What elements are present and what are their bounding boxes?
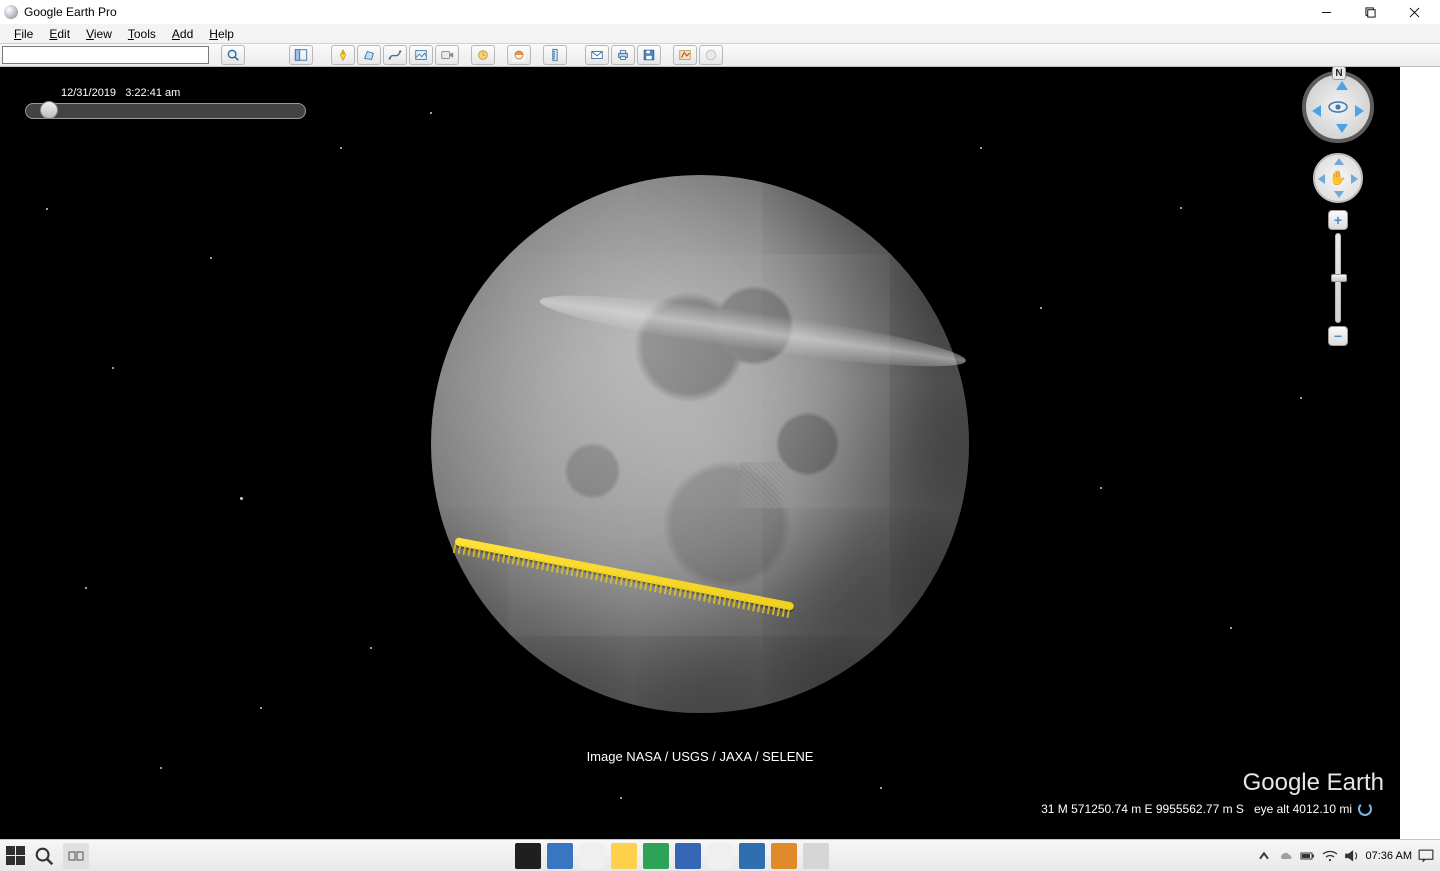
imagery-credit: Image NASA / USGS / JAXA / SELENE <box>0 749 1400 764</box>
nav-controls: N ✋ + − <box>1302 71 1374 346</box>
pan-wheel[interactable]: ✋ <box>1313 153 1363 203</box>
start-button[interactable] <box>6 846 25 865</box>
zoom-in-button[interactable]: + <box>1328 210 1348 230</box>
hand-icon: ✋ <box>1329 170 1346 187</box>
look-right-button[interactable] <box>1355 105 1364 117</box>
north-indicator[interactable]: N <box>1332 67 1346 80</box>
time-slider-label: 12/31/2019 3:22:41 am <box>61 87 180 99</box>
tray-onedrive-icon[interactable] <box>1278 848 1294 864</box>
menubar: File Edit View Tools Add Help <box>0 24 1440 44</box>
add-path-button[interactable] <box>383 45 407 65</box>
task-view-button[interactable] <box>63 843 89 869</box>
pan-up-button[interactable] <box>1334 158 1344 165</box>
tray-chevron-icon[interactable] <box>1256 848 1272 864</box>
hide-sidebar-button[interactable] <box>289 45 313 65</box>
save-image-button[interactable] <box>637 45 661 65</box>
taskbar-app-icon[interactable] <box>739 843 765 869</box>
taskbar: 07:36 AM <box>0 839 1440 871</box>
moon-globe[interactable] <box>431 175 969 713</box>
app-icon <box>4 5 18 19</box>
menu-help[interactable]: Help <box>201 24 242 44</box>
view-in-maps-button[interactable] <box>673 45 697 65</box>
action-center-button[interactable] <box>1418 848 1434 864</box>
record-tour-button[interactable] <box>435 45 459 65</box>
look-compass[interactable] <box>1302 71 1374 143</box>
taskbar-app-icon[interactable] <box>803 843 829 869</box>
ruler-button[interactable] <box>543 45 567 65</box>
menu-view[interactable]: View <box>78 24 120 44</box>
menu-tools[interactable]: Tools <box>120 24 164 44</box>
taskbar-app-icon[interactable] <box>675 843 701 869</box>
status-bar: 31 M 571250.74 m E 9955562.77 m S eye al… <box>0 800 1400 818</box>
taskbar-clock[interactable]: 07:36 AM <box>1366 850 1412 862</box>
window-controls <box>1304 0 1436 24</box>
zoom-thumb[interactable] <box>1331 274 1347 282</box>
minimize-button[interactable] <box>1304 0 1348 24</box>
zoom-track[interactable] <box>1335 233 1341 323</box>
toolbar <box>0 44 1440 67</box>
close-button[interactable] <box>1392 0 1436 24</box>
status-coords: 31 M 571250.74 m E 9955562.77 m S <box>1041 802 1244 816</box>
taskbar-app-icon[interactable] <box>771 843 797 869</box>
zoom-slider: + − <box>1328 210 1348 346</box>
planet-switch-button[interactable] <box>699 45 723 65</box>
status-eye-alt: eye alt 4012.10 mi <box>1254 802 1352 816</box>
sunlight-button[interactable] <box>507 45 531 65</box>
tray-volume-icon[interactable] <box>1344 848 1360 864</box>
menu-add[interactable]: Add <box>164 24 201 44</box>
tray-wifi-icon[interactable] <box>1322 848 1338 864</box>
taskbar-app-icon[interactable] <box>643 843 669 869</box>
loading-spinner-icon <box>1358 802 1372 816</box>
menu-file[interactable]: File <box>6 24 41 44</box>
google-earth-watermark: Google Earth <box>1243 769 1384 797</box>
taskbar-app-icon[interactable] <box>611 843 637 869</box>
look-left-button[interactable] <box>1312 105 1321 117</box>
menu-edit[interactable]: Edit <box>41 24 78 44</box>
taskbar-app-icon[interactable] <box>547 843 573 869</box>
add-polygon-button[interactable] <box>357 45 381 65</box>
imagery-patch <box>740 462 786 508</box>
look-down-button[interactable] <box>1336 124 1348 133</box>
search-input[interactable] <box>2 46 209 64</box>
map-viewport[interactable]: 12/31/2019 3:22:41 am Image NASA / USGS … <box>0 67 1400 839</box>
taskbar-search-button[interactable] <box>33 845 55 867</box>
maximize-button[interactable] <box>1348 0 1392 24</box>
eye-icon <box>1328 101 1348 113</box>
add-image-overlay-button[interactable] <box>409 45 433 65</box>
time-slider-thumb[interactable] <box>40 101 58 119</box>
taskbar-app-icon[interactable] <box>579 843 605 869</box>
print-button[interactable] <box>611 45 635 65</box>
tray-battery-icon[interactable] <box>1300 848 1316 864</box>
pan-right-button[interactable] <box>1351 174 1358 184</box>
taskbar-app-icon[interactable] <box>515 843 541 869</box>
pan-left-button[interactable] <box>1318 174 1325 184</box>
look-up-button[interactable] <box>1336 81 1348 90</box>
historical-imagery-button[interactable] <box>471 45 495 65</box>
add-placemark-button[interactable] <box>331 45 355 65</box>
email-button[interactable] <box>585 45 609 65</box>
search-button[interactable] <box>221 45 245 65</box>
titlebar: Google Earth Pro <box>0 0 1440 24</box>
zoom-out-button[interactable]: − <box>1328 326 1348 346</box>
time-slider-track[interactable] <box>25 103 306 119</box>
taskbar-app-icon[interactable] <box>707 843 733 869</box>
pan-down-button[interactable] <box>1334 191 1344 198</box>
app-title: Google Earth Pro <box>24 5 117 19</box>
taskbar-apps <box>89 843 1256 869</box>
